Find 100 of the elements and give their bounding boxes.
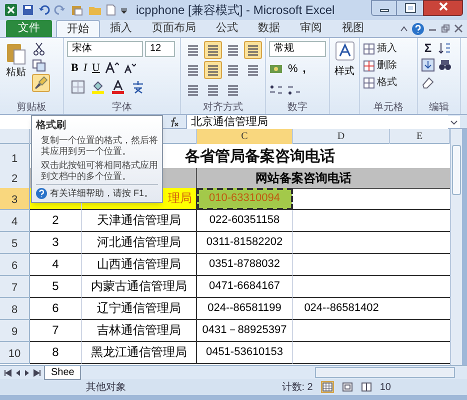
table-cell: 山西通信管理局 (82, 254, 197, 276)
wrap-text-icon[interactable] (246, 43, 260, 57)
table-cell: 3 (30, 232, 82, 254)
close-icon[interactable] (454, 24, 463, 33)
row-header[interactable]: 2 (0, 168, 30, 189)
italic-button[interactable]: I (83, 60, 88, 76)
restore-icon[interactable] (441, 24, 450, 33)
styles-button[interactable]: 样式 (334, 41, 354, 79)
ribbon-tab[interactable]: 插入 (100, 20, 142, 37)
grid-icon[interactable] (363, 60, 375, 72)
row-header[interactable]: 6 (0, 254, 30, 276)
save-icon[interactable] (22, 4, 34, 16)
font-size-field[interactable]: 12 (145, 41, 175, 57)
last-sheet-icon[interactable] (33, 368, 41, 376)
grow-font-icon[interactable] (104, 62, 119, 74)
zoom-level[interactable]: 10 (380, 380, 391, 394)
table-cell: 024--86581402 (293, 298, 390, 320)
excel-icon[interactable] (4, 3, 18, 17)
horizontal-scrollbar[interactable] (315, 367, 455, 378)
ribbon-tab[interactable]: 数据 (248, 20, 290, 37)
vertical-scrollbar[interactable] (450, 129, 462, 365)
bold-button[interactable]: B (71, 60, 78, 76)
group-label: 对齐方式 (202, 101, 244, 114)
help-icon[interactable] (412, 22, 424, 34)
cells-menu-button[interactable]: 格式 (363, 75, 397, 90)
normal-view-icon[interactable] (322, 382, 333, 392)
help-icon[interactable] (36, 188, 47, 198)
row-header[interactable]: 9 (0, 320, 30, 342)
ribbon-tab[interactable]: 视图 (332, 20, 374, 37)
table-cell: 5 (30, 276, 82, 298)
collapse-ribbon-icon[interactable] (400, 24, 408, 32)
close-button[interactable] (423, 0, 463, 16)
next-sheet-icon[interactable] (24, 368, 30, 376)
status-message: 其他对象 (86, 380, 126, 394)
cells-menu-button[interactable]: 删除 (363, 58, 397, 73)
group-label: 单元格 (372, 101, 404, 114)
autosum-button[interactable]: Σ (421, 41, 435, 55)
align-center-icon[interactable] (206, 63, 220, 77)
page-layout-icon[interactable] (342, 382, 353, 392)
paste-button[interactable]: 粘贴 (3, 41, 29, 101)
clipboard-icon[interactable] (6, 41, 26, 65)
percent-button[interactable]: % (288, 61, 298, 78)
ribbon-tab[interactable]: 页面布局 (142, 20, 206, 37)
eraser-icon[interactable] (421, 75, 435, 89)
table-cell: 内蒙古通信管理局 (82, 276, 197, 298)
column-header[interactable]: D (293, 129, 390, 144)
binoculars-icon[interactable] (438, 58, 452, 72)
scissors-icon[interactable] (32, 42, 46, 56)
ribbon-tab[interactable]: 审阅 (290, 20, 332, 37)
cells-menu-button[interactable]: 插入 (363, 41, 397, 56)
underline-button[interactable]: U (92, 60, 100, 76)
fill-color-icon[interactable] (91, 80, 105, 94)
borders-icon[interactable] (71, 80, 85, 94)
status-count: 计数: 2 (282, 380, 313, 394)
page-break-icon[interactable] (360, 382, 372, 392)
column-header[interactable]: C (197, 129, 293, 144)
phonetic-icon[interactable] (131, 80, 145, 94)
clipboard-icon[interactable] (70, 4, 84, 16)
comma-button[interactable]: , (302, 61, 306, 78)
group-label: 剪贴板 (16, 101, 48, 114)
maximize-button[interactable] (397, 0, 423, 16)
sort-icon[interactable] (438, 41, 452, 55)
font-name-field[interactable]: 宋体 (67, 41, 143, 57)
first-sheet-icon[interactable] (4, 368, 12, 376)
table-cell: 024--86581199 (197, 298, 293, 320)
table-cell: 010-63310094 (197, 188, 293, 210)
row-header[interactable]: 4 (0, 210, 30, 232)
row-header[interactable]: 5 (0, 232, 30, 254)
window-title: icpphone [兼容模式] - Microsoft Excel (136, 2, 335, 19)
undo-icon[interactable] (38, 4, 50, 16)
fill-icon[interactable] (421, 58, 435, 72)
ribbon-tab[interactable]: 公式 (206, 20, 248, 37)
table-cell: 0431－88925397 (197, 320, 293, 342)
table-cell: 天津通信管理局 (82, 210, 197, 232)
row-header[interactable]: 7 (0, 276, 30, 298)
number-format-field[interactable]: 常规 (269, 41, 326, 57)
table-cell: 2 (30, 210, 82, 232)
formula-field[interactable]: 北京通信管理局 (186, 114, 448, 128)
row-header[interactable]: 1 (0, 144, 30, 169)
sheet-tab[interactable]: Shee (44, 366, 82, 380)
ribbon-tab[interactable]: 开始 (56, 20, 100, 37)
grid-icon[interactable] (363, 76, 375, 88)
previous-sheet-icon[interactable] (15, 368, 21, 376)
copy-icon[interactable] (32, 58, 46, 72)
ribbon-tab[interactable]: 文件 (6, 20, 52, 37)
font-color-icon[interactable] (111, 80, 125, 94)
row-header[interactable]: 3 (0, 188, 30, 210)
row-header[interactable]: 8 (0, 298, 30, 320)
brush-icon[interactable] (33, 75, 49, 91)
table-cell: 0311-81582202 (197, 232, 293, 254)
row-header[interactable]: 10 (0, 342, 30, 364)
align-middle-icon[interactable] (206, 43, 220, 57)
table-cell: 0351-8788032 (197, 254, 293, 276)
group-label: 编辑 (428, 101, 450, 114)
minimize-button[interactable] (371, 0, 397, 16)
table-cell: 黑龙江通信管理局 (82, 342, 197, 364)
table-cell: 0451-53610153 (197, 342, 293, 364)
styles-icon[interactable] (334, 41, 354, 61)
grid-icon[interactable] (363, 42, 375, 54)
shrink-font-icon[interactable] (124, 62, 136, 74)
